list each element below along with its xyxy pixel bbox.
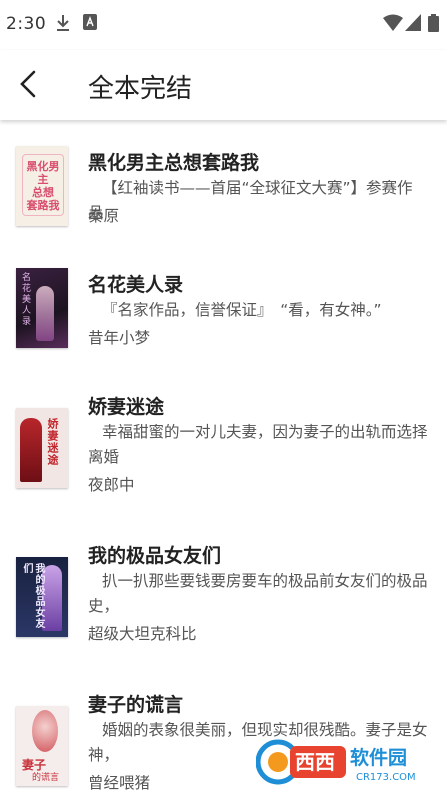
book-author: 昔年小梦 [88, 329, 151, 347]
app-bar: 全本完结 [0, 50, 447, 120]
page-title: 全本完结 [88, 74, 193, 104]
book-author: 秦原 [88, 207, 120, 225]
svg-text:西西: 西西 [295, 750, 335, 774]
signal-icon [405, 14, 421, 37]
book-title: 我的极品女友们 [88, 545, 222, 567]
book-description: 幸福甜蜜的一对儿夫妻，因为妻子的出轨而选择离婚 [88, 423, 428, 466]
download-icon [56, 14, 70, 37]
book-cover: 黑化男主 总想 套路我 [16, 146, 68, 226]
svg-text:CR173.COM: CR173.COM [356, 772, 416, 783]
status-bar: 2:30 [0, 0, 447, 50]
watermark-logo: 西西 软件园 CR173.COM [255, 738, 434, 786]
battery-icon [428, 14, 439, 37]
book-title: 黑化男主总想套路我 [88, 152, 260, 174]
wifi-icon [383, 14, 403, 37]
svg-text:软件园: 软件园 [350, 746, 407, 769]
book-title: 妻子的谎言 [88, 694, 184, 716]
notification-a-icon [83, 14, 97, 35]
book-description: 扒一扒那些要钱要房要车的极品前女友们的极品史， [88, 572, 428, 615]
book-cover: 我的极品女友们 [16, 557, 68, 637]
status-time: 2:30 [6, 14, 47, 34]
book-description: 【红袖读书——首届“全球征文大赛”】参赛作品 [88, 179, 413, 222]
book-description: 『名家作品，信誉保证』 “看，有女神。” [102, 301, 382, 319]
back-button[interactable] [10, 62, 46, 106]
book-author: 超级大坦克科比 [88, 625, 197, 643]
book-title: 名花美人录 [88, 274, 184, 296]
book-title: 娇妻迷途 [88, 396, 165, 418]
book-author: 曾经喂猪 [88, 774, 151, 792]
chevron-left-icon [20, 70, 36, 98]
book-cover: 娇妻迷途 [16, 408, 68, 488]
book-cover: 名花美人录 [16, 268, 68, 348]
book-author: 夜郎中 [88, 476, 135, 494]
book-cover: 妻子 的谎言 [16, 706, 68, 786]
